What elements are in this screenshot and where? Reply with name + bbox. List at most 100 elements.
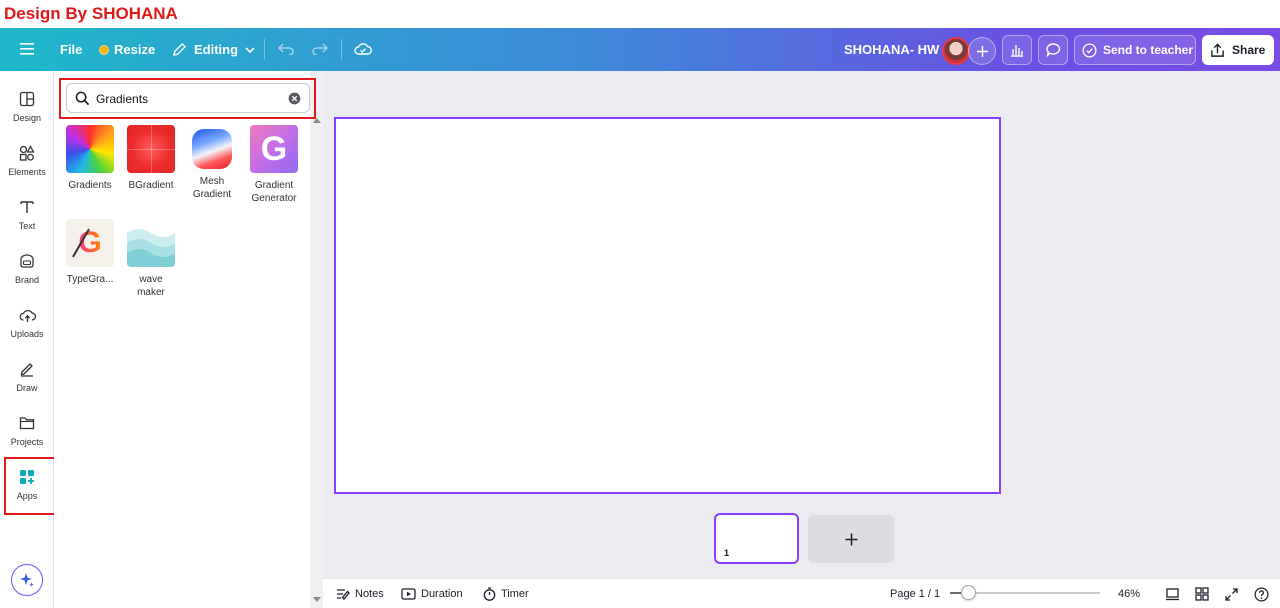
zoom-slider-handle[interactable]: [960, 585, 976, 600]
editing-label: Editing: [194, 42, 239, 57]
resize-button[interactable]: Resize: [99, 28, 155, 71]
app-name: Gradient Generator: [251, 180, 297, 204]
file-menu[interactable]: File: [60, 28, 82, 71]
app-tile-bgradient[interactable]: BGradient: [121, 125, 181, 192]
zoom-percent[interactable]: 46%: [1118, 579, 1140, 608]
bottom-bar: Notes Duration Timer Page 1 / 1 46%: [323, 578, 1280, 608]
page-view-button[interactable]: [1165, 579, 1185, 608]
check-circle-icon: [1082, 42, 1097, 58]
send-to-teacher-button[interactable]: Send to teacher: [1074, 35, 1196, 65]
sparkle-icon: [20, 573, 34, 587]
sidebar-item-text[interactable]: Text: [0, 191, 54, 241]
comments-button[interactable]: [1038, 35, 1068, 65]
sidebar-item-label: Text: [18, 221, 36, 231]
timer-label: Timer: [501, 588, 529, 600]
save-status-button[interactable]: [348, 34, 378, 64]
cloud-upload-icon: [17, 305, 37, 325]
canva-editor: Design By SHOHANA File Resize Editing SH…: [0, 0, 1280, 608]
crown-icon: [99, 44, 109, 55]
mesh-gradient-app-icon: [192, 129, 232, 169]
grid-view-button[interactable]: [1195, 579, 1214, 608]
sidebar-item-draw[interactable]: Draw: [0, 353, 54, 403]
sidebar-item-design[interactable]: Design: [0, 83, 54, 133]
search-icon: [75, 91, 90, 106]
app-tile-wave-maker[interactable]: wave maker: [121, 219, 181, 299]
stopwatch-icon: [483, 587, 496, 601]
text-icon: [17, 197, 37, 217]
bar-chart-icon: [1011, 45, 1023, 57]
expand-icon: [1225, 587, 1238, 601]
sidebar-item-elements[interactable]: Elements: [0, 137, 54, 187]
insights-button[interactable]: [1002, 35, 1032, 65]
file-label: File: [60, 42, 83, 57]
resize-label: Resize: [114, 42, 156, 57]
redo-button[interactable]: [305, 34, 335, 64]
search-input[interactable]: [96, 89, 276, 108]
panel-scrollbar[interactable]: [310, 71, 323, 608]
app-name: Gradients: [68, 180, 112, 191]
menu-button[interactable]: [12, 34, 42, 64]
project-name: SHOHANA- HW: [844, 42, 940, 57]
app-tile-typegradient[interactable]: G TypeGra...: [60, 219, 120, 286]
share-button[interactable]: Share: [1202, 35, 1274, 65]
search-box: [66, 83, 310, 113]
page-thumbnail[interactable]: 1: [714, 513, 799, 564]
sidebar-item-label: Elements: [8, 167, 46, 177]
app-name: wave maker: [137, 274, 165, 298]
apps-highlight-box: [4, 457, 57, 515]
layout-icon: [17, 89, 37, 109]
editing-dropdown[interactable]: Editing: [172, 28, 255, 71]
scroll-down-arrow[interactable]: [313, 597, 321, 602]
app-icon-letter: G: [260, 129, 288, 168]
sidebar-item-label: Design: [12, 113, 41, 123]
app-tile-gradient-generator[interactable]: G Gradient Generator: [244, 125, 304, 205]
page-thumbnail-number: 1: [724, 548, 730, 558]
toolbar-divider: [264, 39, 265, 60]
page-view-icon: [1166, 587, 1179, 600]
toolbar-divider: [341, 39, 342, 60]
grid-view-icon: [1195, 587, 1209, 601]
share-upload-icon: [1211, 42, 1224, 57]
invite-button[interactable]: [968, 37, 996, 65]
hamburger-icon: [20, 43, 34, 55]
pen-icon: [17, 359, 37, 379]
plus-icon: [976, 45, 988, 57]
notes-label: Notes: [355, 588, 384, 600]
add-page-button[interactable]: [808, 515, 894, 563]
duration-button[interactable]: Duration: [401, 579, 463, 608]
project-title[interactable]: SHOHANA- HW: [844, 28, 939, 71]
sidebar-item-uploads[interactable]: Uploads: [0, 299, 54, 349]
cloud-check-icon: [354, 43, 372, 55]
clear-search-icon: [288, 92, 301, 105]
banner: Design By SHOHANA: [0, 0, 1280, 28]
undo-button[interactable]: [271, 34, 301, 64]
help-icon: [1254, 587, 1269, 601]
comment-icon: [1045, 43, 1060, 57]
notes-icon: [337, 589, 350, 600]
share-label: Share: [1232, 43, 1266, 57]
app-tile-mesh-gradient[interactable]: Mesh Gradient: [182, 125, 242, 201]
typegradient-app-icon: G: [66, 219, 114, 267]
app-tile-gradients[interactable]: Gradients: [60, 125, 120, 192]
sidebar-item-label: Draw: [16, 383, 38, 393]
wave-maker-app-icon: [127, 219, 175, 267]
redo-icon: [312, 43, 328, 55]
app-name: BGradient: [128, 180, 174, 191]
gradient-generator-app-icon: G: [250, 125, 298, 173]
magic-button[interactable]: [11, 564, 43, 596]
page-indicator-text: Page 1 / 1: [890, 588, 941, 600]
fullscreen-button[interactable]: [1225, 579, 1243, 608]
send-label: Send to teacher: [1103, 43, 1194, 57]
page-indicator[interactable]: Page 1 / 1: [890, 579, 940, 608]
notes-button[interactable]: Notes: [336, 579, 384, 608]
timer-button[interactable]: Timer: [483, 579, 529, 608]
sidebar-item-brand[interactable]: Brand: [0, 245, 54, 295]
user-avatar[interactable]: [942, 37, 970, 65]
app-name: Mesh Gradient: [192, 176, 232, 200]
chevron-down-icon: [245, 46, 255, 53]
help-button[interactable]: [1254, 579, 1274, 608]
sidebar-item-projects[interactable]: Projects: [0, 407, 54, 457]
design-page[interactable]: [334, 117, 1001, 494]
sidebar-item-label: Uploads: [10, 329, 44, 339]
folder-icon: [17, 413, 37, 433]
